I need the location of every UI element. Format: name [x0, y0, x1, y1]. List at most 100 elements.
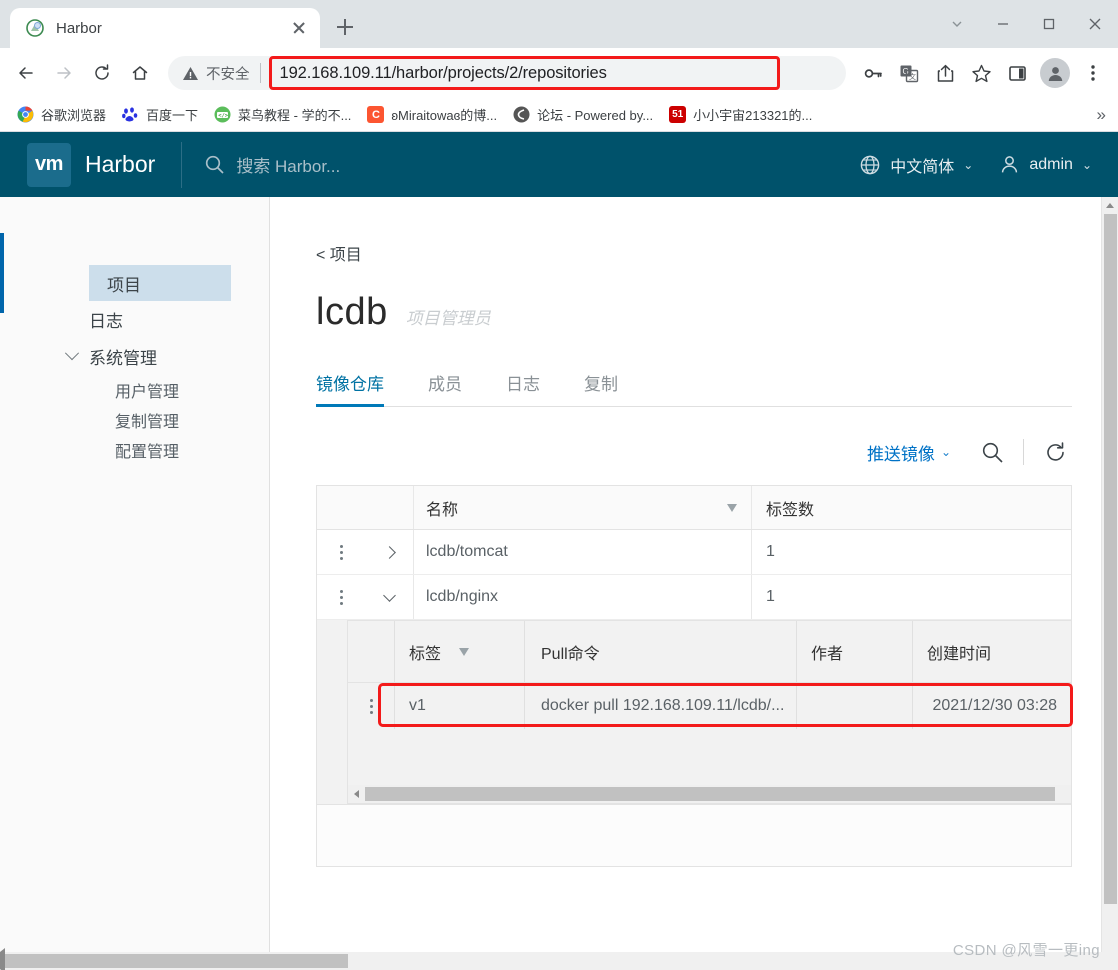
- scroll-thumb[interactable]: [365, 787, 1055, 801]
- column-header-label: 标签数: [766, 501, 815, 519]
- chrome-menu-icon[interactable]: [1076, 56, 1110, 90]
- back-button[interactable]: [8, 55, 44, 91]
- tag-table-row[interactable]: v1 docker pull 192.168.109.11/lcdb/... 2…: [348, 683, 1073, 729]
- key-icon[interactable]: [856, 56, 890, 90]
- tab-close-icon[interactable]: [288, 17, 310, 39]
- home-button[interactable]: [122, 55, 158, 91]
- kebab-menu-icon[interactable]: [339, 589, 343, 605]
- breadcrumb[interactable]: < 项目: [316, 241, 1072, 265]
- nested-tag-table-wrap: 标签 Pull命令 作者 创建时间 v1 docker pull 192.168…: [317, 620, 1073, 804]
- table-row[interactable]: lcdb/tomcat 1: [317, 530, 1071, 575]
- repo-name: lcdb/nginx: [426, 588, 499, 605]
- bookmark-label: 论坛 - Powered by...: [537, 108, 654, 123]
- bookmark-item[interactable]: 谷歌浏览器: [10, 101, 113, 128]
- search-icon[interactable]: [975, 435, 1009, 469]
- maximize-icon[interactable]: [1026, 0, 1072, 48]
- tag-header-created-col[interactable]: 创建时间: [912, 621, 1071, 682]
- language-label: 中文简体: [890, 158, 955, 176]
- bookmark-item[interactable]: </> 菜鸟教程 - 学的不...: [207, 101, 358, 128]
- column-header-label: 名称: [426, 501, 459, 519]
- refresh-icon[interactable]: [1038, 435, 1072, 469]
- sidebar-group-administration[interactable]: 系统管理: [5, 337, 269, 375]
- chevron-down-icon: ⌄: [963, 157, 974, 172]
- filter-icon[interactable]: [459, 647, 470, 656]
- new-tab-button[interactable]: [326, 8, 364, 46]
- tag-created-cell: 2021/12/30 03:28: [912, 683, 1071, 729]
- table-footer: [316, 805, 1072, 867]
- user-menu[interactable]: admin ⌄: [999, 154, 1092, 175]
- page-viewport: vm Harbor 搜索 Harbor... 中文简体 ⌄ admin ⌄ 项目…: [0, 132, 1118, 970]
- tab-repositories[interactable]: 镜像仓库: [316, 370, 406, 407]
- sidebar-item-users[interactable]: 用户管理: [5, 375, 269, 405]
- bookmark-item[interactable]: 百度一下: [115, 101, 205, 128]
- url-highlight-box[interactable]: 192.168.109.11/harbor/projects/2/reposit…: [268, 56, 780, 90]
- row-menu-icon[interactable]: [317, 544, 365, 560]
- vscroll-thumb[interactable]: [1104, 214, 1117, 904]
- browser-tab-harbor[interactable]: Harbor: [10, 8, 320, 48]
- sidebar-group-label: 系统管理: [89, 348, 157, 368]
- bookmark-item[interactable]: 论坛 - Powered by...: [506, 101, 660, 128]
- share-icon[interactable]: [928, 56, 962, 90]
- address-bar[interactable]: 不安全 192.168.109.11/harbor/projects/2/rep…: [168, 56, 846, 90]
- reload-button[interactable]: [84, 55, 120, 91]
- tab-logs[interactable]: 日志: [506, 370, 562, 406]
- close-icon[interactable]: [1072, 0, 1118, 48]
- sidebar-item-replication[interactable]: 复制管理: [5, 405, 269, 435]
- sidebar-item-projects[interactable]: 项目: [89, 265, 231, 301]
- row-menu-icon[interactable]: [317, 589, 365, 605]
- sidebar-item-configuration[interactable]: 配置管理: [5, 435, 269, 465]
- not-secure-indicator[interactable]: 不安全: [182, 63, 250, 84]
- page-horizontal-scrollbar[interactable]: [0, 948, 1118, 970]
- filter-icon[interactable]: [727, 503, 737, 512]
- tab-members[interactable]: 成员: [428, 370, 484, 406]
- bookmark-star-icon[interactable]: [964, 56, 998, 90]
- translate-icon[interactable]: G文: [892, 56, 926, 90]
- bookmark-label: 谷歌浏览器: [41, 108, 107, 123]
- side-panel-icon[interactable]: [1000, 56, 1034, 90]
- sidebar: 项目 日志 系统管理 用户管理 复制管理 配置管理: [5, 197, 270, 970]
- tab-replication[interactable]: 复制: [584, 370, 640, 406]
- harbor-brand[interactable]: vm Harbor: [0, 142, 156, 187]
- tag-name-cell: v1: [394, 683, 524, 729]
- row-expand-toggle[interactable]: [365, 545, 413, 559]
- tag-row-menu-icon[interactable]: [348, 698, 394, 714]
- forward-button[interactable]: [46, 55, 82, 91]
- header-name-col[interactable]: 名称: [413, 486, 751, 529]
- tag-header-author-col[interactable]: 作者: [796, 621, 912, 682]
- chevron-down-icon[interactable]: [382, 588, 396, 602]
- bookmark-item[interactable]: C ʚMiraitowaɞ的博...: [360, 101, 504, 128]
- scroll-thumb[interactable]: [5, 954, 348, 968]
- table-row[interactable]: lcdb/nginx 1: [317, 575, 1071, 620]
- tag-header-tag-col[interactable]: 标签: [394, 621, 524, 682]
- tag-table-filler: [348, 729, 1071, 785]
- tab-label: 日志: [506, 375, 540, 394]
- repo-name-cell: lcdb/nginx: [413, 575, 751, 619]
- chevron-down-icon: [64, 346, 80, 361]
- push-image-button[interactable]: 推送镜像 ⌄: [867, 440, 951, 465]
- kebab-menu-icon[interactable]: [369, 698, 373, 714]
- kebab-menu-icon[interactable]: [339, 544, 343, 560]
- action-divider: [1023, 439, 1024, 465]
- scroll-left-arrow-icon[interactable]: [348, 785, 365, 803]
- page-vertical-scrollbar[interactable]: [1101, 197, 1118, 970]
- repositories-table: 名称 标签数 lcdb/tomcat 1 lcdb/nginx 1 标签 Pul…: [316, 485, 1073, 805]
- bookmarks-overflow-icon[interactable]: »: [1097, 105, 1106, 125]
- repo-tagcount-cell: 1: [751, 575, 1071, 619]
- tab-search-chevron-icon[interactable]: [934, 0, 980, 48]
- harbor-search[interactable]: 搜索 Harbor...: [204, 152, 859, 177]
- svg-text:文: 文: [909, 72, 916, 81]
- profile-avatar[interactable]: [1040, 58, 1070, 88]
- tag-header-pull-col[interactable]: Pull命令: [524, 621, 796, 682]
- scroll-up-arrow-icon[interactable]: [1102, 197, 1118, 214]
- app-title: Harbor: [85, 151, 156, 177]
- chrome-icon: [17, 106, 34, 123]
- tag-table-hscrollbar[interactable]: [348, 785, 1071, 803]
- language-selector[interactable]: 中文简体 ⌄: [859, 153, 973, 177]
- chevron-right-icon[interactable]: [382, 545, 396, 559]
- row-expand-toggle[interactable]: [365, 588, 413, 604]
- sidebar-item-logs[interactable]: 日志: [5, 301, 269, 337]
- header-tagcount-col[interactable]: 标签数: [751, 486, 1071, 529]
- minimize-icon[interactable]: [980, 0, 1026, 48]
- bookmark-item[interactable]: 51 小小宇宙213321的...: [662, 101, 819, 128]
- chevron-down-icon: ⌄: [940, 445, 951, 459]
